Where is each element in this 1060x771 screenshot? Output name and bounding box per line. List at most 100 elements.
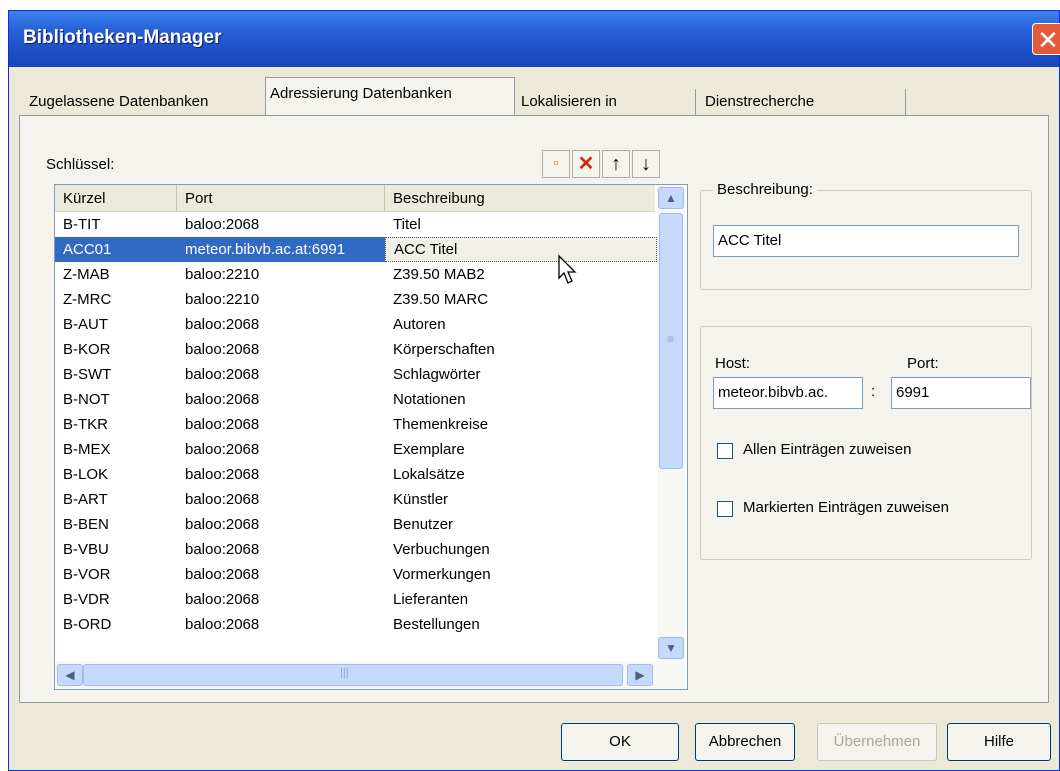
table-row[interactable]: B-VBU baloo:2068 Verbuchungen [55,537,655,562]
cell-code: B-VDR [63,591,110,608]
cell-code: B-SWT [63,366,112,383]
cell-port: baloo:2068 [185,341,260,358]
vertical-scrollbar[interactable]: ▲ ≡ ▼ [657,185,685,661]
help-button[interactable]: Hilfe [947,723,1051,761]
move-up-icon[interactable]: ↑ [602,150,630,178]
table-row[interactable]: B-SWT baloo:2068 Schlagwörter [55,362,655,387]
list-header: Kürzel Port Beschreibung [55,185,655,212]
port-field[interactable]: 6991 [891,377,1031,409]
column-header-description[interactable]: Beschreibung [385,185,657,211]
mouse-cursor-icon [558,254,577,284]
cell-description: Künstler [393,491,449,508]
cell-description: Exemplare [393,441,465,458]
table-row[interactable]: B-ART baloo:2068 Künstler [55,487,655,512]
cell-port: baloo:2068 [185,366,260,383]
table-row[interactable]: B-ORD baloo:2068 Bestellungen [55,612,655,637]
horizontal-scrollbar[interactable]: ◀ ||| ▶ [55,661,685,689]
description-field[interactable]: ACC Titel [713,225,1019,257]
cell-port: baloo:2068 [185,441,260,458]
cell-description: Körperschaften [393,341,495,358]
host-field[interactable]: meteor.bibvb.ac. [713,377,863,409]
tab-service-search[interactable]: Dienstrecherche [701,87,905,117]
cell-port: baloo:2210 [185,266,260,283]
column-header-code[interactable]: Kürzel [55,185,177,211]
cell-code: B-TKR [63,416,108,433]
cell-description: ACC Titel [385,237,657,262]
table-row[interactable]: B-VDR baloo:2068 Lieferanten [55,587,655,612]
cell-code: B-TIT [63,216,101,233]
cell-port: baloo:2068 [185,541,260,558]
description-label: Beschreibung: [713,181,817,198]
scroll-up-button[interactable]: ▲ [658,187,684,209]
keys-label: Schlüssel: [46,156,115,173]
table-row[interactable]: B-BEN baloo:2068 Benutzer [55,512,655,537]
table-row[interactable]: B-MEX baloo:2068 Exemplare [55,437,655,462]
cell-description: Notationen [393,391,466,408]
cell-code: B-AUT [63,316,108,333]
table-row[interactable]: B-TKR baloo:2068 Themenkreise [55,412,655,437]
cell-description: Lokalsätze [393,466,465,483]
ok-button[interactable]: OK [561,723,679,761]
table-row[interactable]: B-TIT baloo:2068 Titel [55,212,655,237]
port-label: Port: [907,355,939,372]
horizontal-scroll-thumb[interactable]: ||| [83,664,623,686]
cell-port: baloo:2210 [185,291,260,308]
cell-code: Z-MAB [63,266,110,283]
scroll-right-button[interactable]: ▶ [627,664,653,686]
new-entry-icon[interactable]: ▫ [542,150,570,178]
tab-allowed-databases[interactable]: Zugelassene Datenbanken [25,87,269,117]
description-group: Beschreibung: ACC Titel [700,181,1032,290]
cell-port: baloo:2068 [185,466,260,483]
table-row[interactable]: B-AUT baloo:2068 Autoren [55,312,655,337]
connection-group: Host: Port: meteor.bibvb.ac. : 6991 Alle… [700,326,1032,560]
column-header-port[interactable]: Port [177,185,385,211]
cell-port: baloo:2068 [185,616,260,633]
tab-database-addressing[interactable]: Adressierung Datenbanken [265,77,515,117]
cell-code: B-ORD [63,616,112,633]
scroll-left-button[interactable]: ◀ [57,664,83,686]
cell-code: Z-MRC [63,291,112,308]
cancel-button[interactable]: Abbrechen [695,723,795,761]
cell-description: Titel [393,216,421,233]
cell-description: Themenkreise [393,416,489,433]
table-row[interactable]: B-LOK baloo:2068 Lokalsätze [55,462,655,487]
assign-marked-checkbox[interactable] [717,501,733,517]
assign-marked-label[interactable]: Markierten Einträgen zuweisen [743,499,949,516]
title-bar: Bibliotheken-Manager ✕ [9,11,1060,67]
host-label: Host: [715,355,751,372]
library-manager-dialog: Bibliotheken-Manager ✕ Zugelassene Daten… [8,10,1060,771]
cell-code: B-VBU [63,541,109,558]
window-title: Bibliotheken-Manager [23,27,222,48]
cell-description: Schlagwörter [393,366,481,383]
apply-button[interactable]: Übernehmen [817,723,937,761]
grip-icon: ≡ [667,332,675,346]
cell-code: ACC01 [55,237,177,262]
table-row[interactable]: B-KOR baloo:2068 Körperschaften [55,337,655,362]
table-row[interactable]: Z-MRC baloo:2210 Z39.50 MARC [55,287,655,312]
assign-all-checkbox[interactable] [717,443,733,459]
cell-description: Bestellungen [393,616,480,633]
scroll-down-button[interactable]: ▼ [658,637,684,659]
vertical-scroll-thumb[interactable]: ≡ [659,213,683,469]
addressing-panel: Schlüssel: ▫ ✕ ↑ ↓ Kürzel Port Beschreib… [19,115,1049,703]
cell-port: baloo:2068 [185,591,260,608]
cell-code: B-BEN [63,516,109,533]
cell-code: B-VOR [63,566,111,583]
cell-port: baloo:2068 [185,216,260,233]
tab-localize-in[interactable]: Lokalisieren in [517,87,697,117]
database-list[interactable]: Kürzel Port Beschreibung B-TIT baloo:2068… [54,184,688,690]
assign-all-label[interactable]: Allen Einträgen zuweisen [743,441,911,458]
tab-separator [695,89,696,115]
cell-description: Verbuchungen [393,541,490,558]
table-row[interactable]: B-NOT baloo:2068 Notationen [55,387,655,412]
cell-description: Benutzer [393,516,454,533]
cell-code: B-KOR [63,341,111,358]
cell-code: B-LOK [63,466,109,483]
close-button[interactable]: ✕ [1032,23,1060,55]
delete-icon[interactable]: ✕ [572,150,600,178]
move-down-icon[interactable]: ↓ [632,150,660,178]
cell-description: Autoren [393,316,446,333]
cell-port: baloo:2068 [185,491,260,508]
table-row[interactable]: B-VOR baloo:2068 Vormerkungen [55,562,655,587]
tab-separator [905,89,906,115]
